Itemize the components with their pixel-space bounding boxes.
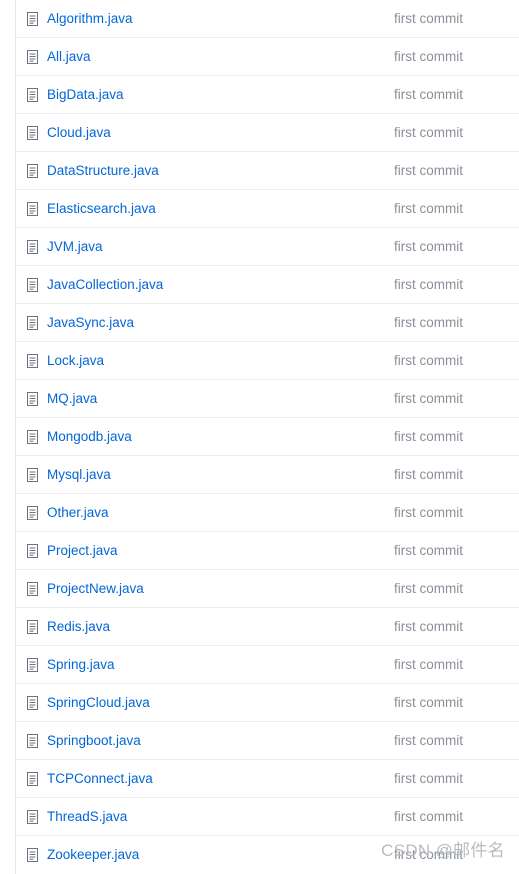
file-icon — [27, 354, 38, 368]
file-list: Algorithm.java first commit All.java fir… — [15, 0, 519, 874]
file-icon — [27, 88, 38, 102]
file-name-link[interactable]: Other.java — [47, 504, 109, 522]
commit-message-link[interactable]: first commit — [394, 808, 463, 826]
file-row: Mysql.java first commit — [16, 456, 519, 494]
csdn-watermark: CSDN @邮件名 — [381, 836, 505, 861]
file-icon — [27, 316, 38, 330]
file-row: MQ.java first commit — [16, 380, 519, 418]
file-icon — [27, 734, 38, 748]
commit-message-link[interactable]: first commit — [394, 48, 463, 66]
file-name-link[interactable]: Mysql.java — [47, 466, 111, 484]
file-icon — [27, 506, 38, 520]
file-row: ThreadS.java first commit — [16, 798, 519, 836]
file-row: Springboot.java first commit — [16, 722, 519, 760]
commit-message-link[interactable]: first commit — [394, 542, 463, 560]
file-name-link[interactable]: TCPConnect.java — [47, 770, 153, 788]
commit-message-link[interactable]: first commit — [394, 732, 463, 750]
file-icon — [27, 772, 38, 786]
file-icon — [27, 848, 38, 862]
file-name-link[interactable]: Project.java — [47, 542, 118, 560]
file-icon — [27, 278, 38, 292]
file-row: DataStructure.java first commit — [16, 152, 519, 190]
file-name-link[interactable]: Mongodb.java — [47, 428, 132, 446]
file-name-link[interactable]: Spring.java — [47, 656, 115, 674]
file-icon — [27, 658, 38, 672]
commit-message-link[interactable]: first commit — [394, 86, 463, 104]
commit-message-link[interactable]: first commit — [394, 200, 463, 218]
file-name-link[interactable]: Redis.java — [47, 618, 110, 636]
commit-message-link[interactable]: first commit — [394, 466, 463, 484]
commit-message-link[interactable]: first commit — [394, 10, 463, 28]
file-row: All.java first commit — [16, 38, 519, 76]
file-row: Cloud.java first commit — [16, 114, 519, 152]
commit-message-link[interactable]: first commit — [394, 770, 463, 788]
file-row: BigData.java first commit — [16, 76, 519, 114]
file-icon — [27, 544, 38, 558]
commit-message-link[interactable]: first commit — [394, 238, 463, 256]
file-icon — [27, 126, 38, 140]
file-name-link[interactable]: Zookeeper.java — [47, 846, 139, 864]
commit-message-link[interactable]: first commit — [394, 504, 463, 522]
file-name-link[interactable]: Elasticsearch.java — [47, 200, 156, 218]
commit-message-link[interactable]: first commit — [394, 656, 463, 674]
file-icon — [27, 696, 38, 710]
commit-message-link[interactable]: first commit — [394, 390, 463, 408]
file-row: Project.java first commit — [16, 532, 519, 570]
commit-message-link[interactable]: first commit — [394, 694, 463, 712]
file-name-link[interactable]: Lock.java — [47, 352, 104, 370]
file-row: SpringCloud.java first commit — [16, 684, 519, 722]
commit-message-link[interactable]: first commit — [394, 276, 463, 294]
file-icon — [27, 620, 38, 634]
commit-message-link[interactable]: first commit — [394, 428, 463, 446]
file-name-link[interactable]: Cloud.java — [47, 124, 111, 142]
file-name-link[interactable]: JavaCollection.java — [47, 276, 163, 294]
file-icon — [27, 240, 38, 254]
commit-message-link[interactable]: first commit — [394, 618, 463, 636]
file-row: JavaSync.java first commit — [16, 304, 519, 342]
file-icon — [27, 12, 38, 26]
file-name-link[interactable]: Algorithm.java — [47, 10, 133, 28]
file-icon — [27, 582, 38, 596]
file-name-link[interactable]: ThreadS.java — [47, 808, 127, 826]
file-name-link[interactable]: All.java — [47, 48, 91, 66]
commit-message-link[interactable]: first commit — [394, 162, 463, 180]
file-row: Lock.java first commit — [16, 342, 519, 380]
file-icon — [27, 392, 38, 406]
file-name-link[interactable]: BigData.java — [47, 86, 124, 104]
file-row: Spring.java first commit — [16, 646, 519, 684]
file-name-link[interactable]: ProjectNew.java — [47, 580, 144, 598]
file-name-link[interactable]: MQ.java — [47, 390, 97, 408]
commit-message-link[interactable]: first commit — [394, 314, 463, 332]
file-row: TCPConnect.java first commit — [16, 760, 519, 798]
file-icon — [27, 202, 38, 216]
file-row: Other.java first commit — [16, 494, 519, 532]
file-name-link[interactable]: SpringCloud.java — [47, 694, 150, 712]
file-row: ProjectNew.java first commit — [16, 570, 519, 608]
commit-message-link[interactable]: first commit — [394, 352, 463, 370]
file-name-link[interactable]: JavaSync.java — [47, 314, 134, 332]
file-icon — [27, 468, 38, 482]
file-row: Redis.java first commit — [16, 608, 519, 646]
file-name-link[interactable]: JVM.java — [47, 238, 103, 256]
commit-message-link[interactable]: first commit — [394, 124, 463, 142]
commit-message-link[interactable]: first commit — [394, 580, 463, 598]
file-row: Elasticsearch.java first commit — [16, 190, 519, 228]
file-icon — [27, 430, 38, 444]
file-icon — [27, 50, 38, 64]
file-icon — [27, 164, 38, 178]
file-row: Mongodb.java first commit — [16, 418, 519, 456]
file-row: JVM.java first commit — [16, 228, 519, 266]
file-name-link[interactable]: Springboot.java — [47, 732, 141, 750]
file-row: Algorithm.java first commit — [16, 0, 519, 38]
file-name-link[interactable]: DataStructure.java — [47, 162, 159, 180]
file-icon — [27, 810, 38, 824]
file-row: JavaCollection.java first commit — [16, 266, 519, 304]
